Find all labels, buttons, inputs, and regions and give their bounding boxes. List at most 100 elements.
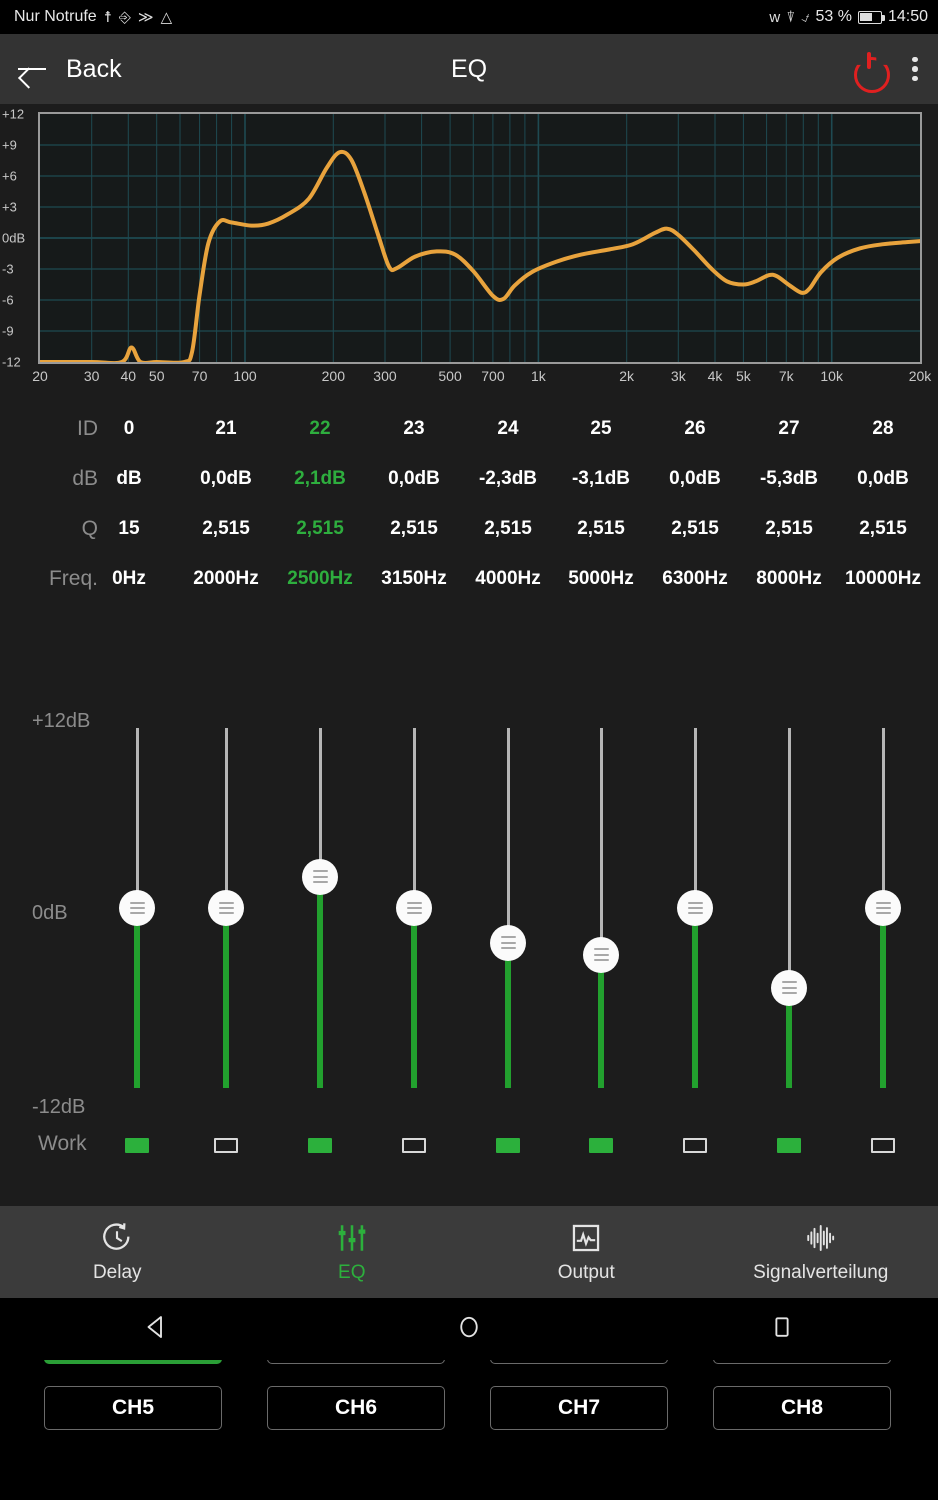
table-cell-id[interactable]: 27 bbox=[778, 418, 799, 440]
status-bar-right: w ⍒ ⍻ 53 % 14:50 bbox=[769, 8, 928, 26]
eq-band-slider[interactable] bbox=[208, 728, 244, 1088]
channel-button-ch8[interactable]: CH8 bbox=[713, 1386, 891, 1430]
waveform-box-icon bbox=[569, 1221, 603, 1255]
table-cell-db[interactable]: 0,0dB bbox=[857, 468, 909, 490]
triangle-back-icon[interactable] bbox=[141, 1312, 171, 1347]
power-icon[interactable] bbox=[852, 52, 886, 86]
table-cell-db[interactable]: 0,0dB bbox=[388, 468, 440, 490]
channel-button-ch6[interactable]: CH6 bbox=[267, 1386, 445, 1430]
cast-icon: ≫ bbox=[137, 8, 154, 26]
table-cell-db[interactable]: -2,3dB bbox=[479, 468, 537, 490]
eq-parameter-table: ID 0 21 22 23 24 25 26 27 28 dB dB 0,0dB 2,1dB 0,0dB -2… bbox=[0, 404, 938, 704]
table-cell-id[interactable]: 26 bbox=[684, 418, 705, 440]
chart-x-tick: 4k bbox=[707, 368, 723, 384]
slider-thumb[interactable] bbox=[583, 936, 619, 973]
table-cell-q[interactable]: 2,515 bbox=[390, 518, 438, 540]
table-cell-id[interactable]: 21 bbox=[215, 418, 236, 440]
eq-band-slider[interactable] bbox=[865, 728, 901, 1088]
nav-item-eq-label: EQ bbox=[338, 1261, 366, 1283]
slider-thumb[interactable] bbox=[771, 969, 807, 1006]
table-cell-q[interactable]: 2,515 bbox=[296, 518, 344, 540]
chart-x-tick: 300 bbox=[373, 368, 397, 384]
table-cell-freq[interactable]: 4000Hz bbox=[475, 568, 541, 590]
work-toggle[interactable] bbox=[214, 1138, 238, 1153]
table-cell-freq[interactable]: 8000Hz bbox=[756, 568, 822, 590]
nav-item-output[interactable]: Output bbox=[469, 1221, 704, 1284]
back-button[interactable]: Back bbox=[18, 55, 122, 84]
table-cell-q[interactable]: 2,515 bbox=[765, 518, 813, 540]
table-cell-q[interactable]: 2,515 bbox=[484, 518, 532, 540]
slider-thumb[interactable] bbox=[208, 890, 244, 926]
table-cell-freq[interactable]: 5000Hz bbox=[568, 568, 634, 590]
work-toggle[interactable] bbox=[589, 1138, 613, 1153]
bluetooth-icon: w bbox=[769, 8, 781, 26]
table-cell-id[interactable]: 0 bbox=[124, 418, 135, 440]
more-vertical-icon[interactable] bbox=[912, 56, 920, 82]
table-cell-db[interactable]: -5,3dB bbox=[760, 468, 818, 490]
table-cell-db[interactable]: 0,0dB bbox=[200, 468, 252, 490]
table-cell-db[interactable]: 0,0dB bbox=[669, 468, 721, 490]
work-toggle[interactable] bbox=[402, 1138, 426, 1153]
eq-band-slider[interactable] bbox=[677, 728, 713, 1088]
square-recents-icon[interactable] bbox=[767, 1312, 797, 1347]
eq-band-slider[interactable] bbox=[396, 728, 432, 1088]
table-cell-freq[interactable]: 2000Hz bbox=[193, 568, 259, 590]
slider-thumb[interactable] bbox=[302, 858, 338, 895]
slider-thumb[interactable] bbox=[119, 890, 155, 926]
eq-band-slider[interactable] bbox=[119, 728, 155, 1088]
chart-x-tick: 200 bbox=[321, 368, 346, 384]
work-toggle[interactable] bbox=[871, 1138, 895, 1153]
arrow-left-icon bbox=[18, 58, 48, 80]
eq-band-slider[interactable] bbox=[490, 728, 526, 1088]
table-cell-id[interactable]: 28 bbox=[872, 418, 893, 440]
channel-button-ch7[interactable]: CH7 bbox=[490, 1386, 668, 1430]
work-toggle[interactable] bbox=[496, 1138, 520, 1153]
clock-icon bbox=[100, 1221, 134, 1255]
slider-thumb[interactable] bbox=[490, 924, 526, 961]
table-cell-id[interactable]: 23 bbox=[403, 418, 424, 440]
slider-thumb[interactable] bbox=[865, 890, 901, 926]
table-cell-q[interactable]: 2,515 bbox=[671, 518, 719, 540]
table-cell-db[interactable]: 2,1dB bbox=[294, 468, 346, 490]
table-cell-id[interactable]: 22 bbox=[309, 418, 330, 440]
table-cell-freq[interactable]: 3150Hz bbox=[381, 568, 447, 590]
chart-x-tick: 20 bbox=[32, 368, 48, 384]
eq-band-slider[interactable] bbox=[302, 728, 338, 1088]
table-cell-q[interactable]: 2,515 bbox=[202, 518, 250, 540]
table-cell-freq[interactable]: 10000Hz bbox=[845, 568, 921, 590]
slider-thumb[interactable] bbox=[677, 890, 713, 926]
chart-y-tick: +3 bbox=[2, 199, 17, 215]
work-toggle[interactable] bbox=[308, 1138, 332, 1153]
equalizer-icon bbox=[335, 1221, 369, 1255]
circle-home-icon[interactable] bbox=[454, 1312, 484, 1347]
eq-band-slider[interactable] bbox=[583, 728, 619, 1088]
table-cell-id[interactable]: 25 bbox=[590, 418, 611, 440]
eq-band-slider[interactable] bbox=[771, 728, 807, 1088]
table-cell-id[interactable]: 24 bbox=[497, 418, 518, 440]
nav-item-eq[interactable]: EQ bbox=[235, 1221, 470, 1284]
work-toggle[interactable] bbox=[683, 1138, 707, 1153]
chart-x-tick: 700 bbox=[481, 368, 505, 384]
channel-button-ch5[interactable]: CH5 bbox=[44, 1386, 222, 1430]
work-toggle[interactable] bbox=[777, 1138, 801, 1153]
chart-x-tick: 5k bbox=[735, 368, 751, 384]
chart-y-tick: -9 bbox=[2, 323, 14, 339]
table-cell-q[interactable]: 2,515 bbox=[859, 518, 907, 540]
table-cell-q[interactable]: 2,515 bbox=[577, 518, 625, 540]
table-row-label: ID bbox=[77, 417, 98, 440]
table-cell-q[interactable]: 15 bbox=[118, 518, 139, 540]
nav-item-delay[interactable]: Delay bbox=[0, 1221, 235, 1284]
sim-alert-icon: ⍻ bbox=[801, 8, 810, 26]
nav-item-signalverteilung[interactable]: Signalverteilung bbox=[704, 1221, 938, 1284]
fingerprint-icon: ☨ bbox=[103, 8, 112, 26]
chart-x-tick: 20k bbox=[908, 368, 932, 384]
table-cell-db[interactable]: dB bbox=[116, 468, 141, 490]
table-row: Q 15 2,515 2,515 2,515 2,515 2,515 2,515 2,515 2,… bbox=[0, 504, 938, 554]
table-cell-freq[interactable]: 6300Hz bbox=[662, 568, 728, 590]
chart-plot-area[interactable] bbox=[38, 112, 922, 364]
table-cell-db[interactable]: -3,1dB bbox=[572, 468, 630, 490]
slider-thumb[interactable] bbox=[396, 890, 432, 926]
table-cell-freq[interactable]: 2500Hz bbox=[287, 568, 353, 590]
work-toggle[interactable] bbox=[125, 1138, 149, 1153]
table-cell-freq[interactable]: 0Hz bbox=[112, 568, 146, 590]
